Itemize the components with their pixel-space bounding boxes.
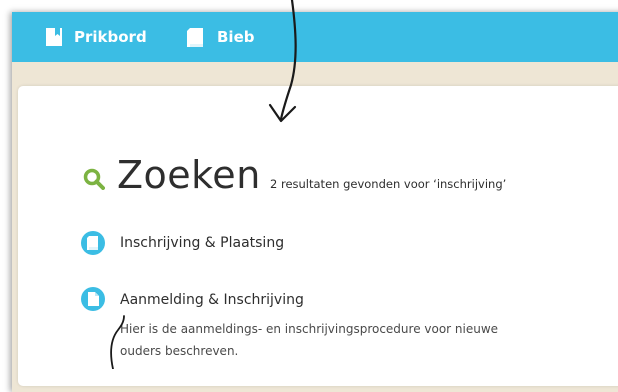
result-icon-button[interactable] — [81, 231, 105, 255]
result-link[interactable]: Inschrijving & Plaatsing — [120, 235, 284, 251]
nav-item-label: Prikbord — [74, 28, 147, 46]
nav-item-label: Bieb — [217, 28, 255, 46]
document-icon — [87, 292, 99, 306]
book-icon — [87, 236, 98, 250]
search-result-summary: 2 resultaten gevonden voor ‘inschrijving… — [270, 177, 507, 191]
result-link[interactable]: Aanmelding & Inschrijving — [120, 292, 304, 308]
bookmark-icon — [46, 28, 62, 46]
nav-item-bieb[interactable]: Bieb — [187, 12, 255, 62]
result-icon-button[interactable] — [81, 287, 105, 311]
result-description: Hier is de aanmeldings- en inschrijvings… — [120, 322, 499, 358]
search-icon — [83, 168, 105, 190]
nav-item-prikbord[interactable]: Prikbord — [46, 12, 147, 62]
top-navigation-bar: Prikbord Bieb — [12, 12, 618, 62]
book-icon — [187, 27, 203, 47]
page-title: Zoeken — [117, 153, 261, 197]
